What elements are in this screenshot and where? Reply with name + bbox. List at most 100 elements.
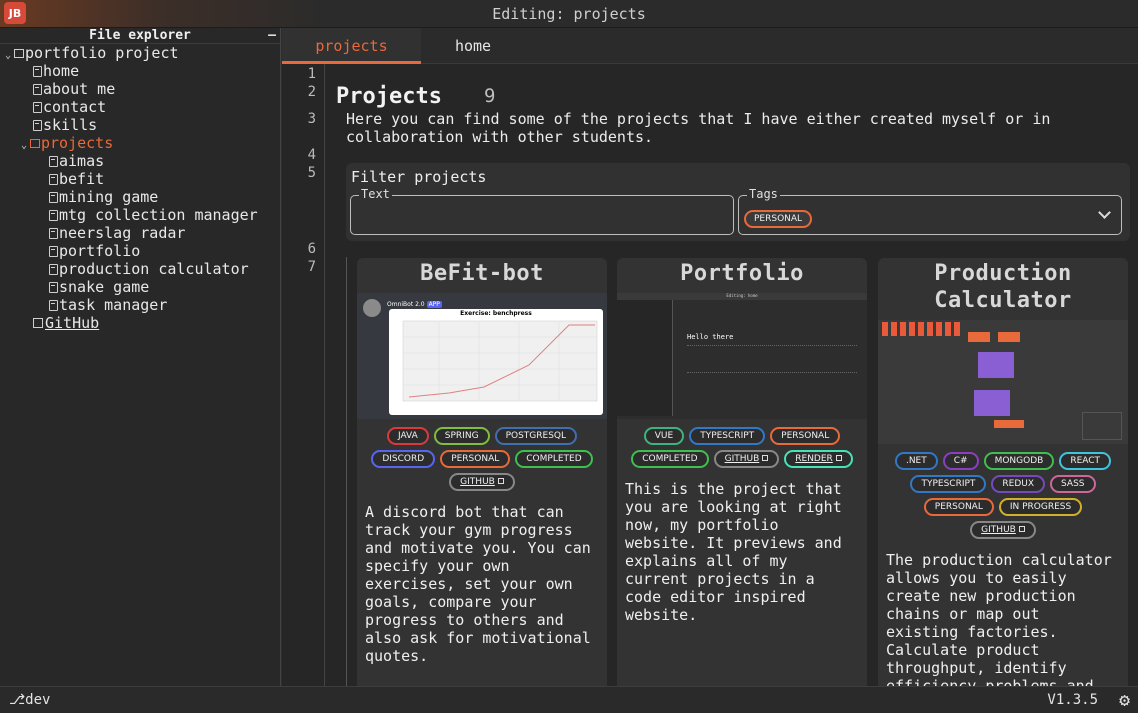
branch-name: dev <box>25 692 51 708</box>
card-title: Portfolio <box>680 261 804 286</box>
embedded-chart: Exercise: benchpress <box>389 309 603 415</box>
badge-typescript: TYPESCRIPT <box>689 427 766 445</box>
chevron-down-icon[interactable] <box>1098 206 1111 219</box>
filter-panel: Filter projects Text Tags PERSONAL <box>346 163 1130 241</box>
tree-file-label: befit <box>59 170 105 188</box>
github-link-button[interactable]: GITHUB <box>713 450 780 468</box>
tree-file-label: about me <box>43 80 116 98</box>
line-number: 3 <box>307 111 316 127</box>
file-icon <box>49 300 58 311</box>
tree-file-about-me[interactable]: about me <box>0 80 280 98</box>
tree-file-label: aimas <box>59 152 105 170</box>
github-link-button[interactable]: GITHUB <box>449 473 515 491</box>
tree-link-github[interactable]: GitHub <box>0 314 280 332</box>
line-number: 6 <box>307 241 316 257</box>
project-count: 9 <box>484 85 496 107</box>
tree-file-befit[interactable]: befit <box>0 170 280 188</box>
line-number: 4 <box>307 147 316 163</box>
file-icon <box>49 174 58 185</box>
tab-home[interactable]: home <box>421 28 525 64</box>
intro-text: Here you can find some of the projects t… <box>346 110 1126 146</box>
card-description: This is the project that you are looking… <box>625 480 842 624</box>
selected-tag-chip[interactable]: PERSONAL <box>744 210 813 228</box>
filter-title: Filter projects <box>351 168 487 186</box>
tree-root-folder[interactable]: ⌄ portfolio project <box>0 44 280 62</box>
file-tree: ⌄ portfolio project home about me contact… <box>0 44 280 332</box>
tree-file-task-manager[interactable]: task manager <box>0 296 280 314</box>
github-link-button[interactable]: GITHUB <box>970 521 1036 539</box>
file-icon <box>49 192 58 203</box>
intro-line: Here you can find some of the projects t… <box>346 110 1051 128</box>
tech-badges: VUE TYPESCRIPT PERSONAL COMPLETED GITHUB… <box>617 419 867 468</box>
tree-file-label: snake game <box>59 278 150 296</box>
file-icon <box>33 102 42 113</box>
tree-folder-projects[interactable]: ⌄ projects <box>0 134 280 152</box>
line-number-gutter: 1 2 3 4 5 6 7 <box>282 64 325 686</box>
tree-file-label: skills <box>43 116 98 134</box>
tree-file-neerslag-radar[interactable]: neerslag radar <box>0 224 280 242</box>
bot-name: OmniBot 2.0 <box>387 301 425 308</box>
tags-filter-select[interactable]: Tags PERSONAL <box>738 187 1122 235</box>
badge-mongodb: MONGODB <box>983 452 1055 470</box>
badge-discord: DISCORD <box>371 450 436 468</box>
version-label: V1.3.5 <box>1047 692 1098 708</box>
tree-file-label: portfolio <box>59 242 141 260</box>
tab-projects[interactable]: projects <box>282 28 421 64</box>
collapse-explorer-button[interactable]: – <box>268 28 276 44</box>
window-title: Editing: projects <box>492 5 646 23</box>
tree-file-label: neerslag radar <box>59 224 186 242</box>
badge-csharp: C# <box>942 452 979 470</box>
preview-sidebar <box>617 300 673 416</box>
tree-file-aimas[interactable]: aimas <box>0 152 280 170</box>
file-icon <box>49 210 58 221</box>
editor-tabs: projects home <box>282 28 1138 64</box>
badge-personal: PERSONAL <box>440 450 511 468</box>
line-chart-graphic <box>402 320 598 402</box>
project-preview-image: OmniBot 2.0 APP Exercise: benchpress <box>357 293 607 419</box>
tree-file-skills[interactable]: skills <box>0 116 280 134</box>
tree-file-portfolio[interactable]: portfolio <box>0 242 280 260</box>
git-branch[interactable]: ⎇dev <box>9 692 50 708</box>
project-card-befit-bot[interactable]: BeFit-bot OmniBot 2.0 APP Exercise: benc… <box>357 258 607 686</box>
render-link-button[interactable]: RENDER <box>784 450 853 468</box>
badge-postgresql: POSTGRESQL <box>494 427 578 445</box>
intro-line: collaboration with other students. <box>346 128 654 146</box>
tags-filter-label: Tags <box>747 187 780 201</box>
embedded-chart-title: Exercise: benchpress <box>460 310 532 317</box>
tree-file-label: contact <box>43 98 107 116</box>
external-link-icon <box>497 478 504 484</box>
tree-file-snake-game[interactable]: snake game <box>0 278 280 296</box>
project-card-portfolio[interactable]: Portfolio Editing: home Hello there VUE … <box>617 258 867 686</box>
badge-spring: SPRING <box>433 427 490 445</box>
github-link-label: GITHUB <box>460 477 495 487</box>
tech-badges: JAVA SPRING POSTGRESQL DISCORD PERSONAL … <box>357 419 607 491</box>
file-icon <box>49 228 58 239</box>
file-icon <box>33 84 42 95</box>
tech-badges: .NET C# MONGODB REACT TYPESCRIPT REDUX S… <box>878 444 1128 539</box>
external-link-icon <box>1018 526 1025 532</box>
badge-vue: VUE <box>643 427 685 445</box>
line-number: 7 <box>307 259 316 275</box>
tree-file-contact[interactable]: contact <box>0 98 280 116</box>
tree-file-mtg-collection-manager[interactable]: mtg collection manager <box>0 206 280 224</box>
tree-file-production-calculator[interactable]: production calculator <box>0 260 280 278</box>
file-icon <box>49 282 58 293</box>
tree-root-label: portfolio project <box>25 44 179 62</box>
project-card-production-calculator[interactable]: Production Calculator .NET C# MONGODB RE… <box>878 258 1128 686</box>
card-description: The production calculator allows you to … <box>886 551 1112 686</box>
external-link-icon <box>762 455 769 461</box>
folder-icon <box>30 139 40 148</box>
project-preview-image: Editing: home Hello there <box>617 293 867 419</box>
tree-folder-label: projects <box>41 134 114 152</box>
line-number: 5 <box>307 165 316 181</box>
external-link-icon <box>33 318 43 328</box>
tree-file-mining-game[interactable]: mining game <box>0 188 280 206</box>
file-icon <box>49 264 58 275</box>
file-explorer-header: File explorer – <box>0 28 280 44</box>
text-filter-field[interactable]: Text <box>350 187 734 235</box>
gear-icon[interactable]: ⚙ <box>1119 690 1130 711</box>
tree-file-label: mtg collection manager <box>59 206 258 224</box>
tree-file-home[interactable]: home <box>0 62 280 80</box>
preview-window-title: Editing: home <box>726 293 758 298</box>
page-title: Projects <box>336 84 442 109</box>
